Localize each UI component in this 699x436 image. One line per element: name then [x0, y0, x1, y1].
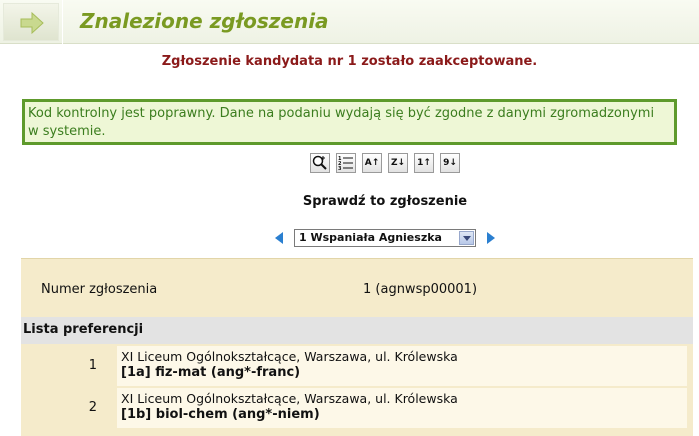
preference-school: XI Liceum Ogólnokształcące, Warszawa, ul…	[121, 349, 458, 364]
check-ok-message: Kod kontrolny jest poprawny. Dane na pod…	[22, 99, 677, 145]
sort-num-desc-icon: 9↓	[443, 158, 457, 168]
applicant-select-value: 1 Wspaniała Agnieszka	[299, 231, 442, 244]
sort-num-asc-button[interactable]: 1↑	[414, 153, 434, 173]
preference-school: XI Liceum Ogólnokształcące, Warszawa, ul…	[121, 391, 458, 406]
numbered-list-button[interactable]: 1 2 3	[336, 153, 356, 173]
preferences-title: Lista preferencji	[21, 317, 693, 344]
preference-cell: XI Liceum Ogólnokształcące, Warszawa, ul…	[117, 346, 687, 386]
preference-class: [1a] fiz-mat (ang*-franc)	[121, 365, 301, 380]
numbered-list-icon: 1 2 3	[338, 156, 353, 172]
sort-alpha-asc-button[interactable]: A↑	[362, 153, 382, 173]
sort-num-desc-button[interactable]: 9↓	[440, 153, 460, 173]
accepted-message: Zgłoszenie kandydata nr 1 zostało zaakce…	[161, 54, 538, 69]
header-divider	[62, 0, 63, 44]
sort-alpha-asc-icon: A↑	[364, 158, 380, 168]
sort-alpha-desc-button[interactable]: Z↓	[388, 153, 408, 173]
zoom-icon	[312, 155, 327, 170]
preference-cell: XI Liceum Ogólnokształcące, Warszawa, ul…	[117, 388, 687, 428]
check-title: Sprawdź to zgłoszenie	[302, 194, 468, 209]
arrow-right-icon	[3, 3, 59, 41]
sort-alpha-desc-icon: Z↓	[390, 158, 406, 168]
application-number-label: Numer zgłoszenia	[41, 282, 158, 297]
preference-number: 1	[88, 358, 97, 373]
preference-row: 2 XI Liceum Ogólnokształcące, Warszawa, …	[25, 388, 690, 428]
page-header: Znalezione zgłoszenia	[0, 0, 699, 44]
next-arrow-icon[interactable]	[484, 231, 498, 245]
application-details: Numer zgłoszenia 1 (agnwsp00001) Lista p…	[21, 258, 693, 436]
application-number-value: 1 (agnwsp00001)	[363, 282, 478, 297]
zoom-button[interactable]	[310, 153, 330, 173]
applicant-select[interactable]: 1 Wspaniała Agnieszka	[294, 229, 476, 247]
previous-arrow-icon[interactable]	[272, 231, 286, 245]
svg-text:3: 3	[338, 166, 342, 172]
preference-row: 1 XI Liceum Ogólnokształcące, Warszawa, …	[25, 346, 690, 386]
preference-number: 2	[88, 400, 97, 415]
sort-num-asc-icon: 1↑	[417, 158, 431, 168]
page-title: Znalezione zgłoszenia	[80, 9, 329, 33]
preference-class: [1b] biol-chem (ang*-niem)	[121, 407, 320, 422]
chevron-down-icon[interactable]	[459, 231, 474, 245]
